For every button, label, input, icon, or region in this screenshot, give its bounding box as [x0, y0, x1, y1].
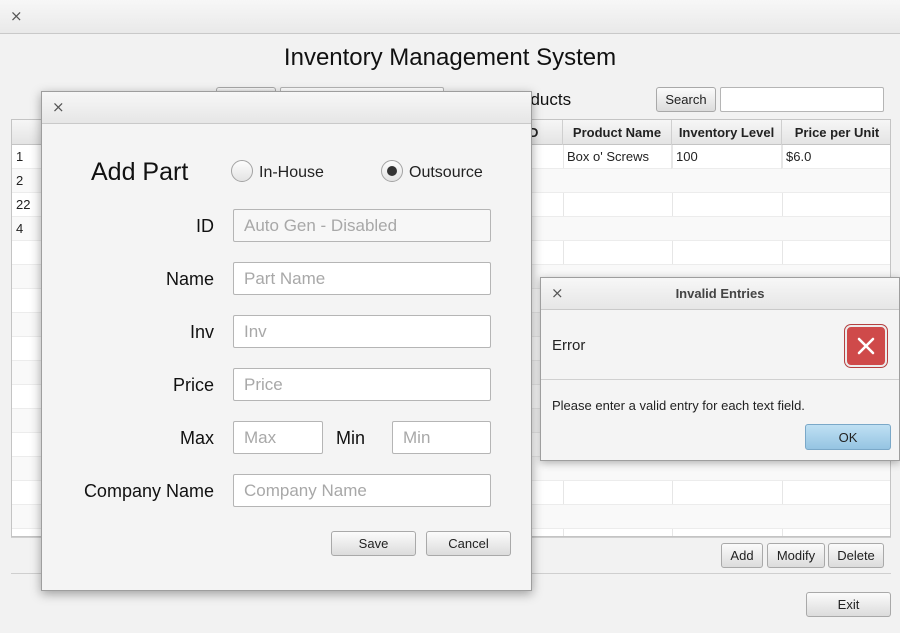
add-part-dialog: × Add Part In-House Outsource ID Name In…: [41, 91, 532, 591]
column-header-product-name[interactable]: Product Name: [563, 120, 672, 145]
modify-product-button[interactable]: Modify: [767, 543, 825, 568]
error-x-icon: [845, 325, 887, 367]
alert-message: Please enter a valid entry for each text…: [552, 398, 805, 413]
table-row: [521, 241, 890, 265]
inventory-level-cell: 100: [672, 145, 782, 169]
company-name-input[interactable]: [233, 474, 491, 507]
app-title: Inventory Management System: [283, 44, 617, 71]
inv-input[interactable]: [233, 315, 491, 348]
name-label: Name: [165, 269, 214, 289]
price-input[interactable]: [233, 368, 491, 401]
price-cell: $6.0: [786, 149, 812, 164]
add-part-dialog-titlebar: ×: [42, 92, 531, 124]
table-row[interactable]: Box o' Screws 100 $6.0: [521, 145, 890, 169]
min-label: Min: [336, 428, 366, 448]
min-input[interactable]: [392, 421, 491, 454]
main-window-titlebar: ×: [0, 0, 900, 34]
in-house-radio[interactable]: [231, 160, 253, 182]
inv-label: Inv: [189, 322, 214, 342]
main-window-close-icon[interactable]: ×: [10, 9, 23, 24]
exit-button[interactable]: Exit: [806, 592, 891, 617]
add-part-close-icon[interactable]: ×: [52, 100, 65, 115]
add-part-title: Add Part: [91, 158, 189, 186]
in-house-radio-label[interactable]: In-House: [259, 164, 324, 182]
ok-button[interactable]: OK: [805, 424, 891, 450]
radio-selected-dot: [387, 166, 397, 176]
products-search-input[interactable]: [720, 87, 884, 112]
outsource-radio[interactable]: [381, 160, 403, 182]
id-input: [233, 209, 491, 242]
table-row: [521, 217, 890, 241]
save-button[interactable]: Save: [331, 531, 416, 556]
table-row: [521, 193, 890, 217]
table-row: [521, 481, 890, 505]
product-name-cell: Box o' Screws: [563, 145, 672, 169]
cancel-button[interactable]: Cancel: [426, 531, 511, 556]
products-table-header: D Product Name Inventory Level Price per…: [521, 120, 890, 145]
table-row: [521, 169, 890, 193]
delete-product-button[interactable]: Delete: [828, 543, 884, 568]
alert-title: Invalid Entries: [675, 286, 765, 301]
column-header-inventory-level[interactable]: Inventory Level: [672, 120, 782, 145]
products-search-button[interactable]: Search: [656, 87, 716, 112]
max-label: Max: [179, 428, 214, 448]
id-label: ID: [196, 216, 214, 236]
alert-header-text: Error: [552, 337, 586, 354]
outsource-radio-label[interactable]: Outsource: [409, 164, 483, 182]
company-name-label: Company Name: [83, 481, 214, 501]
max-input[interactable]: [233, 421, 323, 454]
add-product-button[interactable]: Add: [721, 543, 763, 568]
part-name-input[interactable]: [233, 262, 491, 295]
column-header-price-per-unit[interactable]: Price per Unit: [782, 120, 890, 145]
alert-titlebar: × Invalid Entries: [541, 278, 899, 310]
invalid-entries-alert: × Invalid Entries Error Please enter a v…: [540, 277, 900, 461]
price-label: Price: [172, 375, 214, 395]
table-row: [521, 505, 890, 529]
